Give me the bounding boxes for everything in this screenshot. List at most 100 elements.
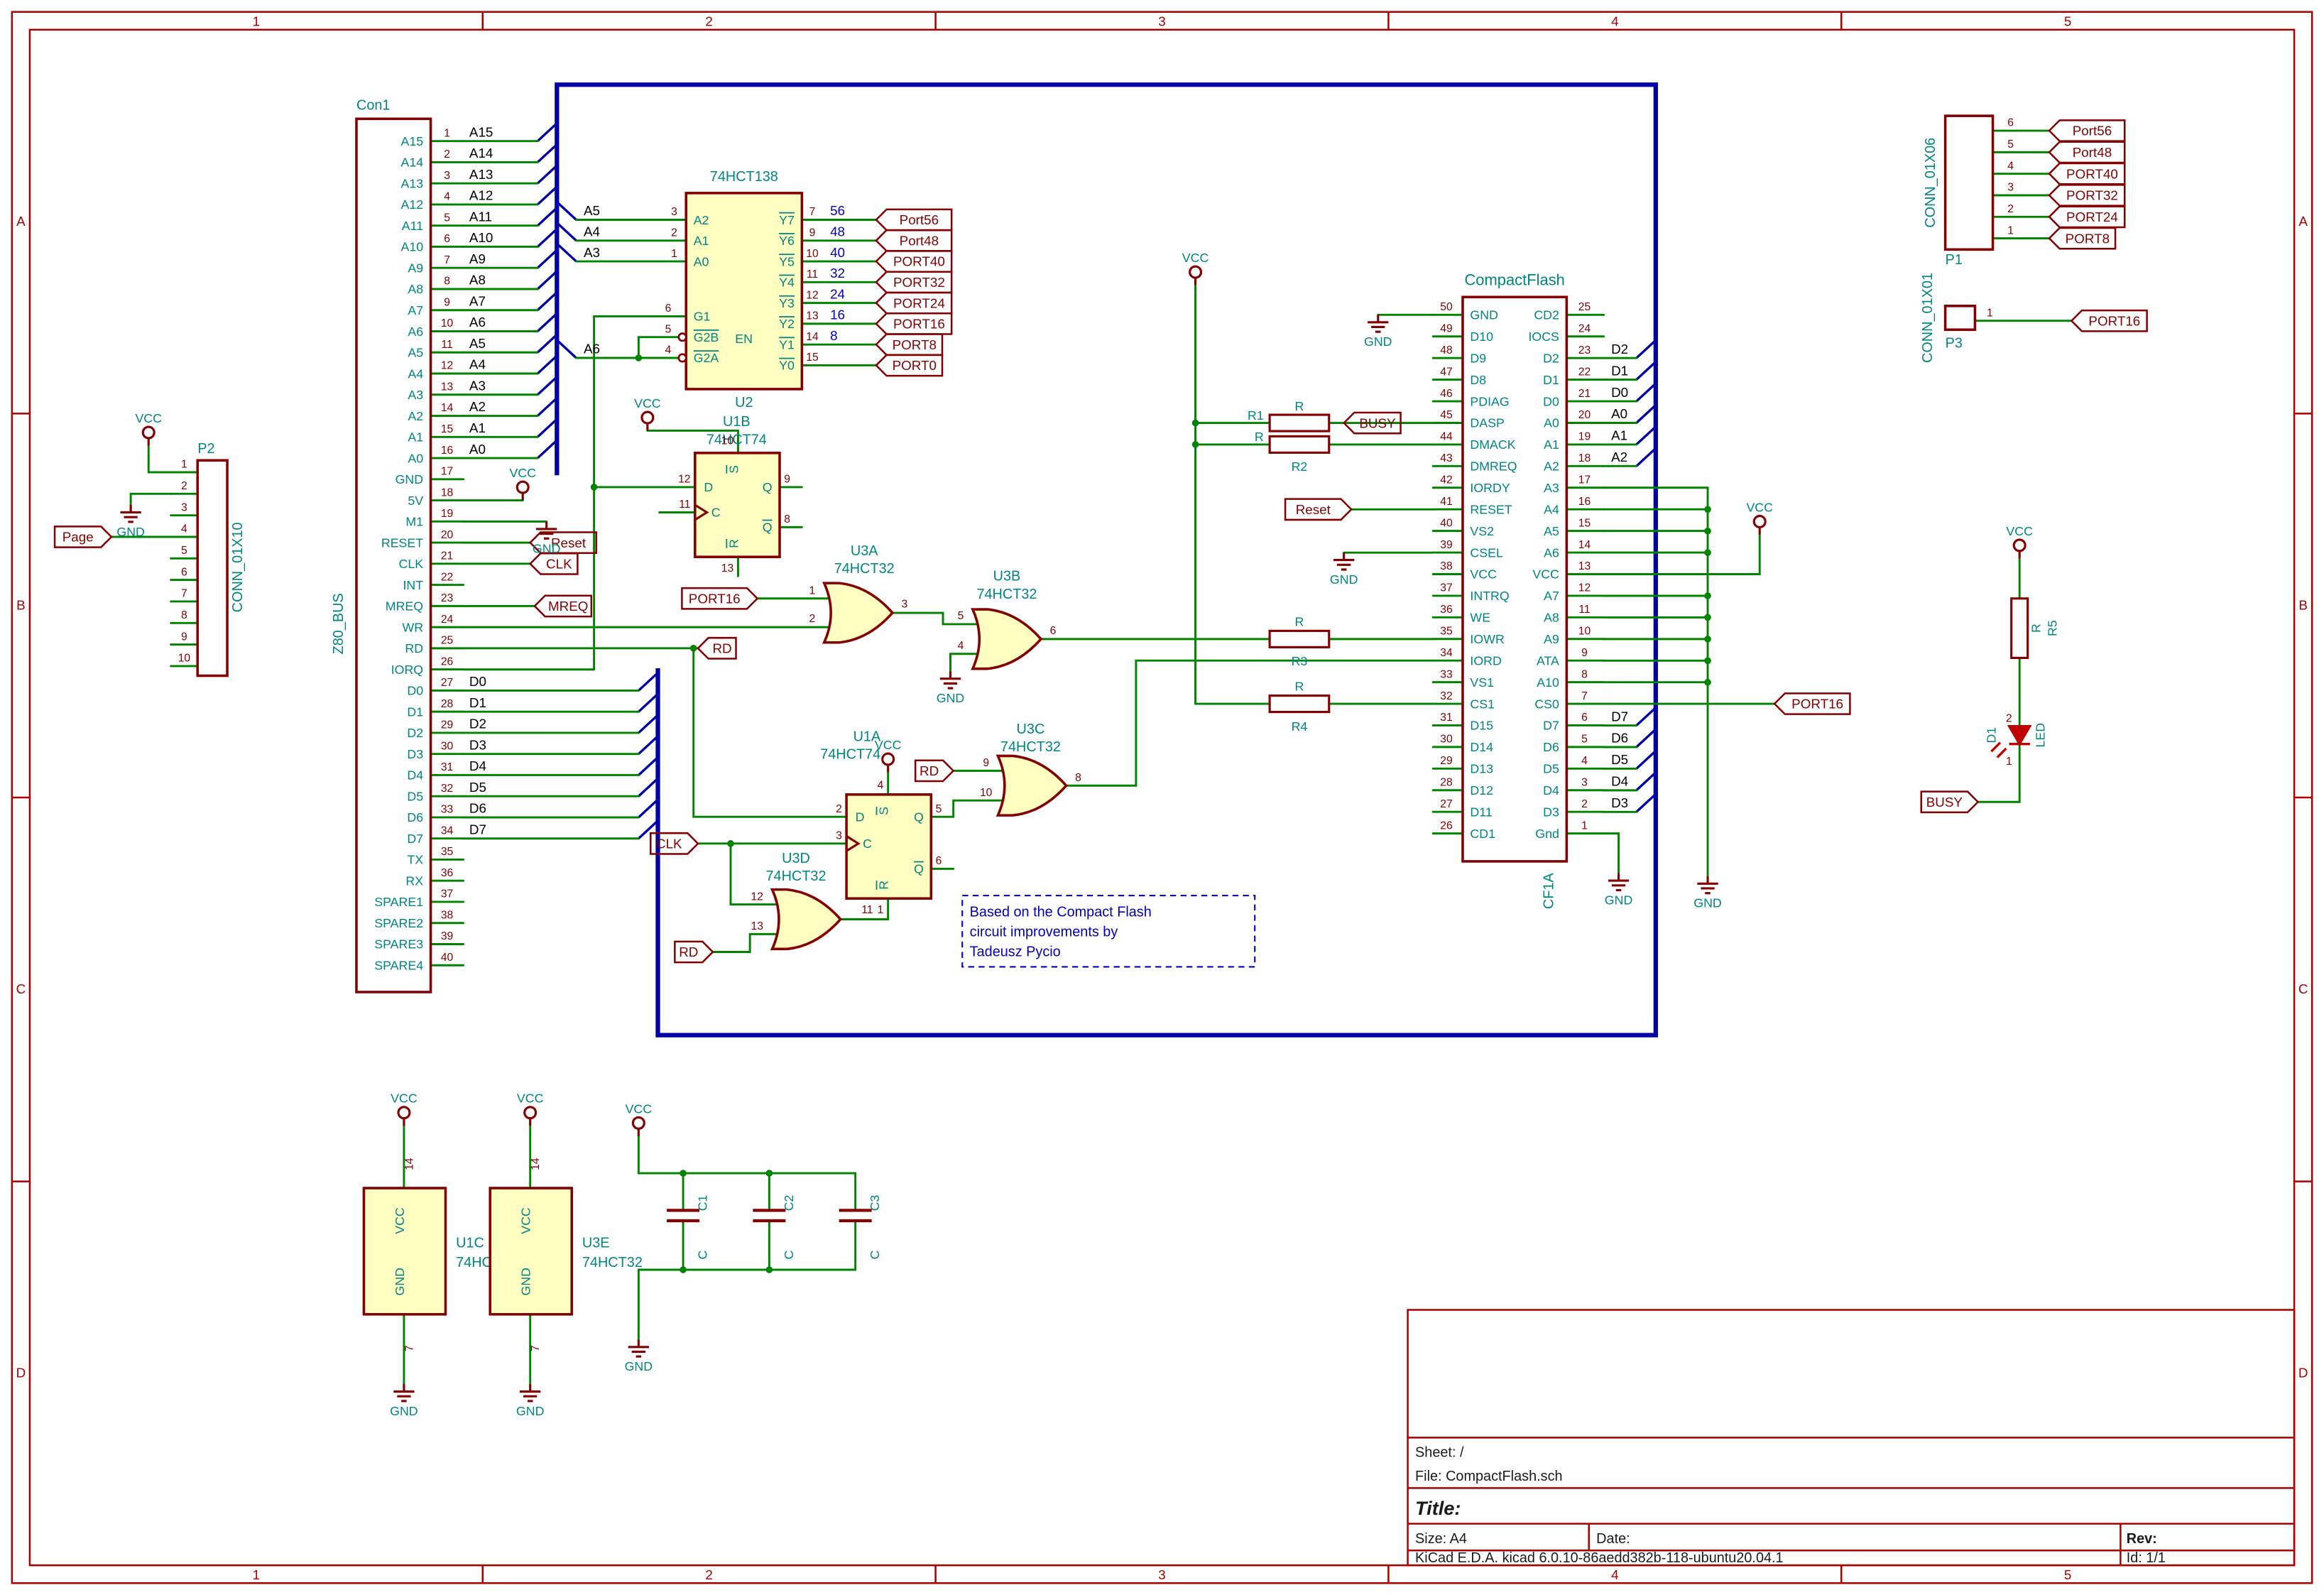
rd-label: RD: [712, 641, 731, 656]
cf-title: CompactFlash: [1464, 271, 1564, 289]
con1-pin-number: 3: [444, 170, 450, 182]
cf-pin-number: 31: [1440, 712, 1452, 724]
frame-row-label: C: [16, 981, 26, 996]
connector-compactflash: CompactFlash CF1A GNDD10D9D8PDIAGDASPDMA…: [1440, 271, 1628, 910]
cf-pin-number: 50: [1440, 301, 1453, 313]
net-label: D1: [1611, 363, 1628, 378]
cf-pin-name: A7: [1544, 589, 1559, 603]
port-label: Port48: [900, 233, 939, 248]
bus-entry: [538, 187, 557, 205]
con1-value: Z80_BUS: [331, 593, 347, 654]
gnd-symbol: GND: [116, 505, 144, 539]
cap-ref: C3: [868, 1194, 882, 1211]
con1-pin-name: 5V: [408, 494, 423, 508]
u1c-pin-number: 7: [403, 1345, 415, 1351]
cf-pin-name: GND: [1470, 308, 1497, 322]
cf-pin-number: 11: [1578, 604, 1590, 616]
net-number: 8: [830, 328, 837, 343]
u2-ref: U2: [735, 395, 753, 410]
con1-ref: Con1: [356, 98, 390, 114]
gnd-text: GND: [937, 691, 964, 705]
con1-pin-number: 15: [441, 423, 454, 435]
note-line: Based on the Compact Flash: [970, 904, 1152, 920]
u1b-d: D: [704, 480, 713, 494]
con1-pin-name: RD: [405, 641, 423, 655]
con1-pin-number: 9: [444, 296, 450, 308]
frame-col-label: 4: [1611, 14, 1618, 29]
cf-pin-number: 19: [1578, 431, 1591, 443]
con1-pin-name: WR: [402, 620, 423, 634]
cap-ref: C2: [782, 1195, 796, 1212]
net-label: A1: [1611, 428, 1627, 443]
net-label: A7: [469, 293, 486, 308]
net-label: A5: [584, 203, 600, 218]
vcc-text: VCC: [634, 396, 661, 410]
cf-pin-number: 29: [1440, 755, 1452, 767]
net-label: D7: [469, 822, 486, 837]
port-label: PORT24: [2066, 209, 2118, 224]
resistor-r1: R R1: [1248, 399, 1329, 431]
con1-pin-number: 7: [444, 254, 450, 266]
con1-pin-number: 27: [441, 677, 453, 689]
u3b-pin-number: 5: [958, 610, 964, 622]
u2-pin-number: 10: [806, 248, 819, 260]
net-label: D0: [469, 674, 486, 689]
u3e-value: 74HCT32: [582, 1255, 643, 1270]
con1-pin-number: 20: [441, 529, 454, 541]
port-label: PORT8: [2066, 231, 2110, 246]
p1-pin-number: 6: [2007, 117, 2014, 129]
gnd-text: GND: [1693, 896, 1721, 910]
cf-pin-number: 7: [1581, 690, 1588, 702]
con1-pin-number: 13: [441, 381, 454, 393]
bus-entry: [638, 715, 658, 733]
con1-pin-number: 19: [441, 508, 453, 520]
note-line: Tadeusz Pycio: [970, 945, 1061, 960]
bus-entry: [538, 229, 557, 246]
u3b-value: 74HCT32: [976, 587, 1037, 602]
cf-pin-number: 4: [1581, 755, 1588, 767]
net-label: D6: [1611, 731, 1628, 746]
net-label: A4: [584, 224, 600, 239]
bus-entry: [538, 419, 557, 437]
gnd-text: GND: [1330, 572, 1358, 587]
p1-pin-number: 3: [2007, 182, 2014, 194]
ic-u1a-74hct74: U1A 74HCT74 D C Q Q S R 2 3 5 6 4 1: [820, 729, 942, 917]
cf-pin-number: 20: [1578, 409, 1591, 421]
u2-pin-number: 12: [806, 289, 818, 301]
port-label: PORT32: [893, 275, 945, 290]
u2-pin-number: 15: [806, 352, 819, 364]
ic-u2-74hct138: 74HCT138 U2 A2A1A0 321 G1 G2B G2A 6 5 4 …: [584, 169, 845, 410]
con1-pin-number: 35: [441, 846, 454, 858]
note: Based on the Compact Flashcircuit improv…: [962, 896, 1255, 967]
u3e-vcc-pin: VCC: [519, 1207, 533, 1234]
con1-pin-name: D2: [407, 726, 423, 740]
connector-p3: P3 CONN_01X01 1: [1920, 273, 1993, 363]
gnd-text: GND: [1364, 334, 1392, 349]
net-label: A2: [469, 399, 486, 414]
port-label: PORT32: [2066, 188, 2118, 203]
net-label: D5: [469, 780, 486, 795]
p2-body: [197, 460, 227, 675]
frame-col-label: 5: [2064, 1567, 2071, 1582]
con1-pin-number: 23: [441, 592, 454, 604]
clk-label: CLK: [656, 837, 682, 851]
junction: [1704, 528, 1711, 535]
r1-ref: R1: [1248, 408, 1264, 423]
con1-pin-name: D6: [407, 810, 423, 824]
cf-pin-name: D15: [1470, 719, 1493, 733]
u1c-gnd-pin: GND: [393, 1268, 407, 1295]
u1b-ref: U1B: [723, 414, 751, 430]
bus-entry: [1637, 340, 1656, 358]
p1-value: CONN_01X06: [1923, 138, 1938, 228]
u2-pin-name: G2B: [694, 330, 719, 344]
resistor-r4: R R4: [1270, 679, 1329, 733]
net-label: A8: [469, 273, 486, 288]
cf-pin-number: 35: [1440, 625, 1453, 637]
bus-entry: [538, 124, 557, 141]
p2-pin-number: 8: [181, 609, 187, 621]
con1-pin-name: A15: [400, 134, 423, 148]
u2-pin-number: 5: [665, 323, 672, 335]
cf-pin-number: 8: [1581, 668, 1588, 680]
con1-pin-number: 12: [441, 360, 453, 372]
mreq-label: MREQ: [548, 599, 588, 614]
